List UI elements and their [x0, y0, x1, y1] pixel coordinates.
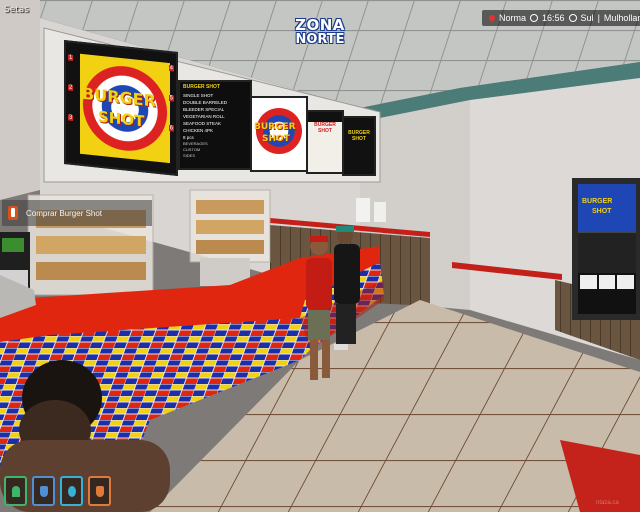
burger-bag-icon	[8, 206, 18, 220]
board-line2: SHOT	[352, 136, 366, 142]
menu-item: CHICKEN 4PK	[183, 128, 214, 133]
location-pin-icon	[487, 13, 497, 23]
food-icon	[95, 485, 104, 497]
server-logo: ZONA NORTE	[292, 18, 348, 54]
menu-item: SINGLE SHOT	[183, 93, 214, 98]
board-side-number: 6	[168, 125, 174, 132]
board-side-number: 2	[68, 84, 74, 91]
npc-black-outfit[interactable]	[334, 226, 360, 350]
kiosk-line2: SHOT	[592, 208, 612, 215]
water-drop-icon	[67, 485, 76, 497]
compass-icon	[568, 14, 577, 22]
board-line2: SHOT	[318, 128, 332, 134]
shield-icon	[39, 485, 48, 497]
menu-board-far: BURGER SHOT	[342, 116, 376, 176]
kiosk-line1: BURGER	[582, 198, 613, 205]
hud-top-left-label: Setas	[4, 5, 29, 15]
menu-board-right: BURGER SHOT	[306, 110, 344, 174]
hunger-stat	[88, 476, 111, 506]
player-name: Norma	[499, 13, 527, 23]
location-status-bar: Norma 16:56 Sul | Mulholland	[482, 10, 640, 26]
player-stats-bar	[4, 476, 111, 506]
server-logo-line1: ZONA	[295, 16, 345, 34]
menu-title: BURGER SHOT	[183, 84, 220, 90]
menu-board-center: BURGER SHOT SINGLE SHOT DOUBLE BARRELED …	[178, 80, 252, 170]
menu-item: VEGETARIAN ROLL	[183, 114, 225, 119]
watermark: ntaza.ca	[596, 500, 619, 506]
wall-notice	[356, 198, 370, 222]
heart-icon	[11, 485, 20, 497]
menu-item: 8 pcs	[183, 135, 194, 140]
server-logo-line2: NORTE	[295, 32, 345, 47]
health-stat	[4, 476, 27, 506]
game-time: 16:56	[542, 13, 565, 23]
board-side-number: 3	[68, 114, 74, 121]
interaction-prompt[interactable]: Comprar Burger Shot	[2, 200, 152, 226]
separator: |	[597, 13, 600, 23]
armor-stat	[32, 476, 55, 506]
game-viewport: BURGER SHOT 1 2 3 4 5 6 BURGER SHOT SING…	[0, 0, 640, 512]
menu-board-left: BURGER SHOT 1 2 3 4 5 6	[64, 40, 178, 176]
menu-item: DOUBLE BARRELED	[183, 100, 228, 105]
board-side-number: 1	[68, 54, 74, 61]
thirst-stat	[60, 476, 83, 506]
logo-line2: SHOT	[262, 134, 290, 144]
menu-item: BLEEDER SPECIAL	[183, 107, 225, 112]
menu-item: SEAFOOD STEAK	[183, 121, 222, 126]
clock-icon	[530, 14, 539, 22]
board-side-number: 5	[168, 95, 174, 102]
board-side-number: 4	[168, 65, 174, 72]
kiosk-screen: BURGER SHOT	[578, 184, 636, 314]
interaction-prompt-text: Comprar Burger Shot	[26, 208, 103, 218]
menu-board-logo: BURGER SHOT	[250, 96, 308, 172]
zone-name: Sul	[580, 13, 594, 23]
wall-notice	[374, 202, 386, 222]
logo-line1: BURGER	[254, 122, 296, 132]
menu-footer: SIDES	[183, 153, 196, 158]
street-name: Mulholland	[603, 13, 640, 23]
